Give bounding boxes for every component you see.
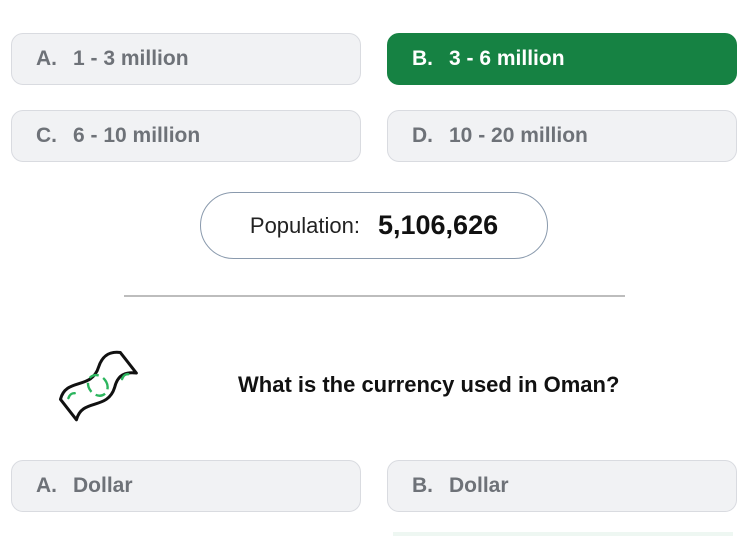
option-d-button[interactable]: D. 10 - 20 million: [387, 110, 737, 162]
option-label: 1 - 3 million: [73, 47, 189, 70]
population-value: 5,106,626: [377, 210, 499, 240]
question-text: What is the currency used in Oman?: [238, 372, 620, 397]
option-letter: D.: [412, 124, 433, 147]
money-bill-icon: [58, 350, 138, 422]
currency-option-b-button[interactable]: B. Dollar: [387, 460, 737, 512]
option-c-button[interactable]: C. 6 - 10 million: [11, 110, 361, 162]
population-label: Population:: [249, 212, 360, 238]
option-label: 10 - 20 million: [449, 124, 588, 147]
option-letter: B.: [412, 474, 433, 497]
option-label: Dollar: [449, 474, 509, 497]
option-label: 6 - 10 million: [73, 124, 201, 147]
option-letter: A.: [36, 47, 57, 70]
option-b-button[interactable]: B. 3 - 6 million: [387, 33, 737, 85]
option-letter: B.: [412, 47, 433, 70]
currency-option-a-button[interactable]: A. Dollar: [11, 460, 361, 512]
next-option-edge: [393, 532, 733, 536]
population-badge: Population: 5,106,626: [200, 192, 548, 259]
option-label: Dollar: [73, 474, 133, 497]
option-letter: A.: [36, 474, 57, 497]
option-letter: C.: [36, 124, 57, 147]
option-a-button[interactable]: A. 1 - 3 million: [11, 33, 361, 85]
option-label: 3 - 6 million: [449, 47, 565, 70]
divider: [124, 295, 625, 297]
